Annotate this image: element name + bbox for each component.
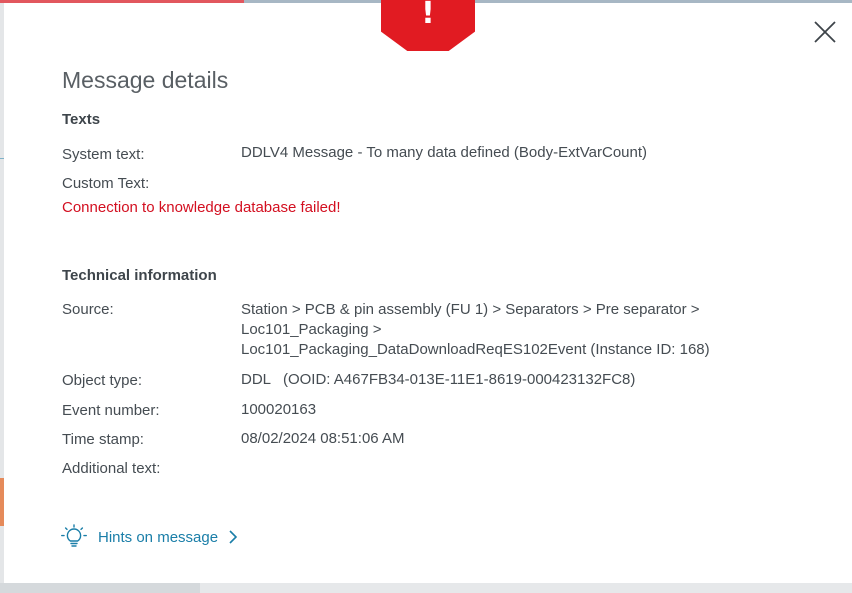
message-details-dialog: ! Message details Texts System text: DDL… (4, 0, 852, 583)
hints-link-label: Hints on message (98, 528, 219, 546)
system-text-value: DDLV4 Message - To many data defined (Bo… (241, 144, 648, 161)
event-number-label: Event number: (62, 402, 160, 419)
close-button[interactable] (812, 19, 838, 45)
event-number-value: 100020163 (241, 401, 317, 418)
additional-text-label: Additional text: (62, 460, 161, 477)
dialog-title: Message details (62, 67, 229, 93)
technical-info-heading: Technical information (62, 267, 217, 284)
lightbulb-icon (61, 524, 87, 547)
warning-badge: ! (381, 0, 475, 51)
hints-on-message-link[interactable]: Hints on message (61, 524, 238, 550)
time-stamp-value: 08/02/2024 08:51:06 AM (241, 430, 405, 447)
texts-heading: Texts (62, 111, 101, 128)
custom-text-label: Custom Text: (62, 175, 150, 192)
exclamation-icon: ! (421, 0, 435, 31)
source-line: Station > PCB & pin assembly (FU 1) > Se… (241, 301, 700, 318)
system-text-label: System text: (62, 146, 145, 163)
object-type-value: DDL (OOID: A467FB34-013E-11E1-8619-00042… (241, 371, 636, 388)
close-icon (814, 21, 836, 43)
background-app-footer-right (200, 583, 852, 593)
source-line: Loc101_Packaging > (241, 321, 382, 338)
chevron-right-icon (229, 530, 238, 544)
object-type-label: Object type: (62, 372, 143, 389)
source-line: Loc101_Packaging_DataDownloadReqES102Eve… (241, 341, 710, 358)
source-label: Source: (62, 301, 114, 318)
time-stamp-label: Time stamp: (62, 431, 144, 448)
custom-text-value: Connection to knowledge database failed! (62, 199, 341, 216)
